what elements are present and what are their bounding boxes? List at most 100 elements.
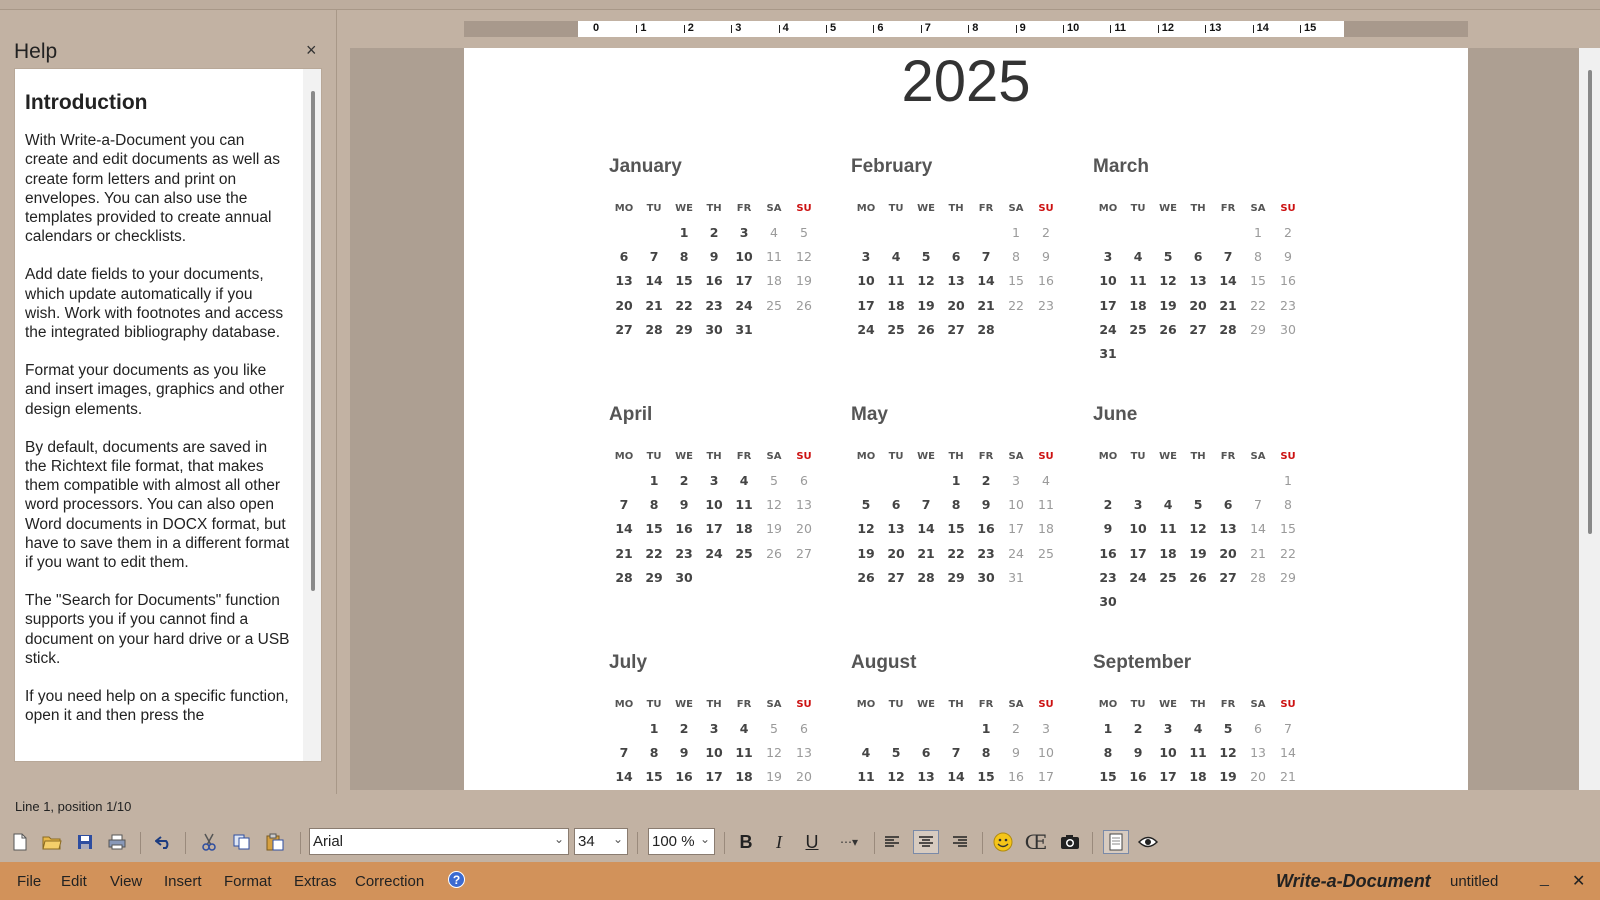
day-cell: 1 [1254, 224, 1262, 240]
menu-extras[interactable]: Extras [294, 873, 337, 890]
day-cell: 20 [1219, 545, 1237, 561]
help-close-button[interactable]: × [306, 40, 317, 61]
day-cell: 16 [1280, 273, 1296, 289]
emoji-icon[interactable] [990, 830, 1016, 854]
day-cell: 18 [1038, 521, 1054, 537]
new-document-icon[interactable] [7, 830, 33, 854]
day-cell: 10 [735, 248, 753, 264]
weekday-header: SU [796, 450, 812, 462]
copy-icon[interactable] [229, 830, 255, 854]
underline-icon[interactable]: U [799, 830, 825, 854]
day-cell: 5 [800, 224, 808, 240]
day-cell: 17 [1099, 297, 1117, 313]
special-character-icon[interactable]: Œ [1023, 830, 1049, 854]
day-cell: 20 [1189, 297, 1207, 313]
day-cell: 21 [645, 297, 663, 313]
camera-icon[interactable] [1057, 830, 1083, 854]
ruler-tick [968, 25, 970, 33]
undo-icon[interactable] [151, 830, 177, 854]
document-scrollbar[interactable] [1579, 48, 1600, 790]
align-center-icon[interactable] [913, 830, 939, 854]
day-cell: 11 [1189, 744, 1207, 760]
day-cell: 28 [977, 321, 995, 337]
page-view-icon[interactable] [1103, 830, 1129, 854]
day-cell: 23 [977, 545, 995, 561]
chevron-down-icon[interactable]: ⌄ [700, 832, 710, 846]
day-cell: 9 [1103, 521, 1113, 537]
ruler-number: 9 [1019, 22, 1026, 34]
day-cell [1213, 468, 1243, 492]
day-cell [941, 220, 971, 244]
minimize-button[interactable]: _ [1540, 870, 1549, 888]
day-cell: 3 [709, 472, 719, 488]
day-cell: 10 [1159, 744, 1177, 760]
align-right-icon[interactable] [947, 830, 973, 854]
bold-icon[interactable]: B [733, 830, 759, 854]
toolbar-separator [1092, 832, 1093, 854]
day-cell [789, 317, 819, 341]
menu-format[interactable]: Format [224, 873, 272, 890]
help-scrollbar-thumb[interactable] [311, 91, 315, 591]
weekday-header: FR [1220, 450, 1236, 462]
day-cell: 2 [1133, 720, 1143, 736]
month-table: MO TU WE TH FR SA SU 1 2 3 4 5 6 7 8 9 10 11 12 13 14 15 16 17 1… [1093, 196, 1303, 366]
day-cell: 27 [1219, 569, 1237, 585]
day-cell: 4 [891, 248, 901, 264]
day-cell: 1 [1284, 472, 1292, 488]
day-cell: 19 [1159, 297, 1177, 313]
help-icon[interactable]: ? [448, 871, 465, 888]
font-family-select[interactable]: Arial ⌄ [309, 828, 569, 855]
day-cell: 22 [1280, 545, 1296, 561]
month-table: MO TU WE TH FR SA SU 1 2 3 4 5 6 7 8 9 10 11 12 13 14 15 16 17 1… [1093, 692, 1303, 789]
day-cell: 8 [1103, 744, 1113, 760]
day-cell: 3 [1042, 720, 1050, 736]
day-cell [639, 220, 669, 244]
help-scrollbar[interactable] [303, 69, 321, 761]
weekday-header: WE [1159, 698, 1177, 710]
ruler-tick [731, 25, 733, 33]
day-cell: 21 [1250, 545, 1266, 561]
menu-correction[interactable]: Correction [355, 873, 424, 890]
preview-eye-icon[interactable] [1135, 830, 1161, 854]
print-icon[interactable] [104, 830, 130, 854]
font-size-select[interactable]: 34 ⌄ [574, 828, 628, 855]
day-cell [1153, 220, 1183, 244]
strikethrough-options-icon[interactable]: ⋯▾ [834, 830, 864, 854]
help-paragraph: By default, documents are saved in the R… [25, 438, 290, 572]
day-cell: 5 [1193, 496, 1203, 512]
ruler[interactable]: 0 1 2 3 4 5 6 7 8 9 10 11 12 13 14 15 [464, 21, 1468, 37]
day-cell: 5 [921, 248, 931, 264]
italic-icon[interactable]: I [766, 830, 792, 854]
document-page[interactable]: 2025 January MO TU WE TH FR SA SU 1 2 3 4 5 6 7 8 9 10 11 1… [464, 48, 1468, 790]
zoom-select[interactable]: 100 % ⌄ [648, 828, 715, 855]
day-cell: 23 [675, 545, 693, 561]
weekday-header: TH [706, 202, 722, 214]
chevron-down-icon[interactable]: ⌄ [613, 832, 623, 846]
menu-view[interactable]: View [110, 873, 142, 890]
open-folder-icon[interactable] [39, 830, 65, 854]
day-cell: 7 [981, 248, 991, 264]
weekday-header: FR [736, 450, 752, 462]
weekday-header: MO [1098, 450, 1118, 462]
menu-insert[interactable]: Insert [164, 873, 202, 890]
day-cell [1153, 589, 1183, 613]
day-cell: 9 [1042, 248, 1050, 264]
cut-icon[interactable] [196, 830, 222, 854]
ruler-tick [778, 25, 780, 33]
document-scrollbar-thumb[interactable] [1588, 70, 1592, 534]
toolbar-separator [185, 832, 186, 854]
close-window-button[interactable]: ✕ [1572, 871, 1585, 891]
menu-file[interactable]: File [17, 873, 41, 890]
weekday-header: MO [856, 450, 876, 462]
weekday-header: SA [1008, 698, 1024, 710]
day-cell: 19 [1189, 545, 1207, 561]
align-left-icon[interactable] [879, 830, 905, 854]
menu-edit[interactable]: Edit [61, 873, 87, 890]
status-position: Line 1, position 1/10 [15, 799, 132, 814]
chevron-down-icon[interactable]: ⌄ [554, 832, 564, 846]
save-icon[interactable] [72, 830, 98, 854]
day-cell: 13 [1250, 744, 1266, 760]
day-cell: 29 [675, 321, 693, 337]
paste-icon[interactable] [262, 830, 288, 854]
zoom-value: 100 % [652, 833, 695, 850]
